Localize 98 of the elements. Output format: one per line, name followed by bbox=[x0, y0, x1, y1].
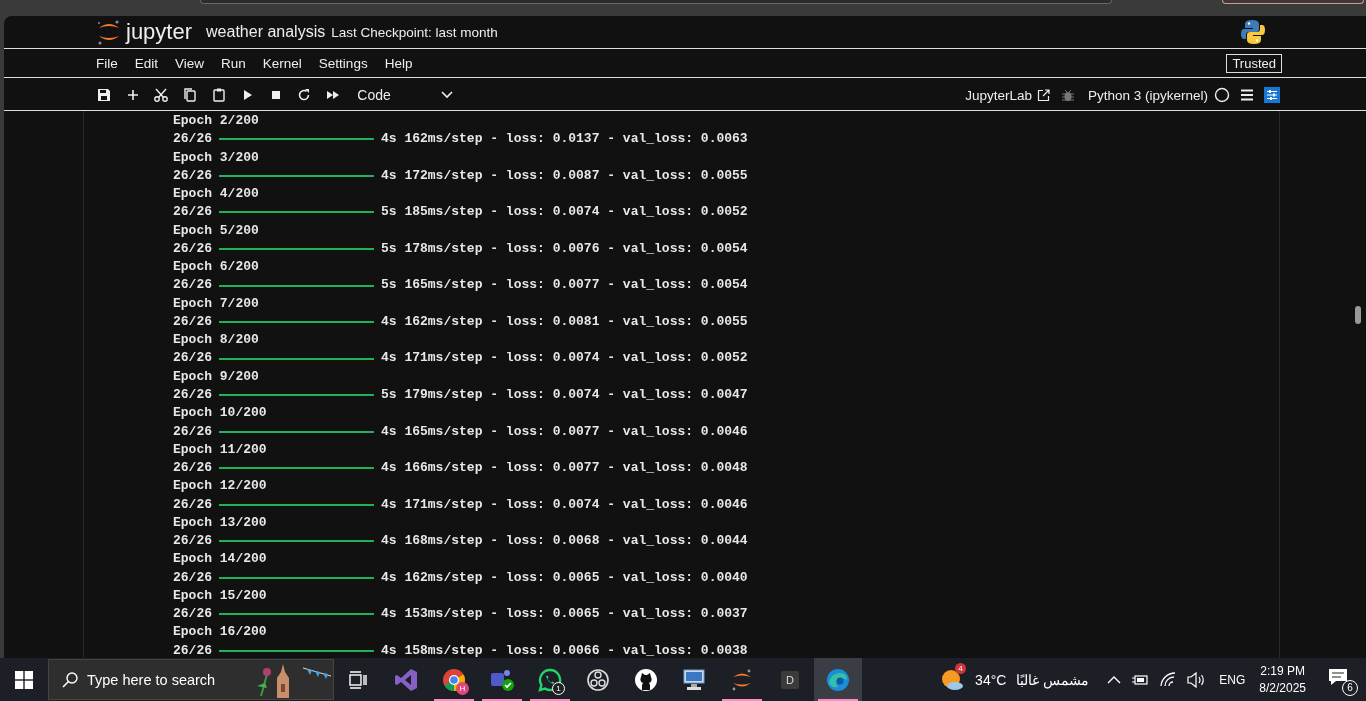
training-stats: 4s 162ms/step - loss: 0.0081 - val_loss: 0.0055 bbox=[381, 312, 748, 331]
training-stats: 5s 178ms/step - loss: 0.0076 - val_loss: 0.0054 bbox=[381, 239, 748, 258]
browser-icon bbox=[442, 667, 466, 692]
ribbon-logo-icon bbox=[394, 667, 418, 692]
task-view-icon bbox=[348, 670, 368, 689]
notification-badge: H bbox=[456, 682, 469, 695]
training-stats: 4s 158ms/step - loss: 0.0066 - val_loss: 0.0038 bbox=[381, 641, 748, 658]
training-stats: 4s 171ms/step - loss: 0.0074 - val_loss: 0.0052 bbox=[381, 349, 748, 368]
menu-item[interactable]: File bbox=[96, 55, 127, 71]
jupyterlab-link[interactable]: JupyterLab bbox=[965, 87, 1032, 103]
jupyter-wordmark: jupyter bbox=[126, 19, 193, 45]
menu-item[interactable]: Edit bbox=[134, 55, 168, 71]
training-stats: 4s 153ms/step - loss: 0.0065 - val_loss: 0.0037 bbox=[381, 605, 748, 624]
step-count: 26/26 bbox=[173, 349, 212, 368]
step-count: 26/26 bbox=[173, 239, 212, 258]
training-stats: 4s 171ms/step - loss: 0.0074 - val_loss: 0.0046 bbox=[381, 495, 748, 514]
checkpoint-text: Last Checkpoint: last month bbox=[331, 24, 498, 40]
settings-icon[interactable] bbox=[1264, 87, 1280, 103]
trusted-indicator[interactable]: Trusted bbox=[1226, 53, 1282, 73]
output-line: Epoch 11/200 bbox=[173, 440, 268, 459]
language-indicator[interactable]: ENG bbox=[1219, 672, 1246, 687]
clock-time[interactable]: 2:19 PM bbox=[1260, 662, 1305, 680]
scrollbar-thumb[interactable] bbox=[1355, 306, 1361, 324]
output-line: Epoch 16/200 bbox=[173, 623, 268, 642]
output-line: Epoch 12/200 bbox=[173, 477, 268, 496]
taskbar-app-button[interactable]: H bbox=[430, 658, 478, 701]
app-letter-icon: D bbox=[781, 670, 799, 689]
search-icon bbox=[61, 670, 79, 689]
bug-icon[interactable] bbox=[1061, 88, 1074, 102]
search-bar[interactable]: Type here to search bbox=[48, 659, 334, 700]
weather-condition: مشمس غالبًا bbox=[1016, 671, 1090, 688]
notification-badge: 4 bbox=[955, 662, 967, 674]
output-line: Epoch 13/200 bbox=[173, 513, 268, 532]
step-count: 26/26 bbox=[173, 568, 212, 587]
step-count: 26/26 bbox=[173, 422, 212, 441]
caret-icon bbox=[440, 91, 453, 99]
cell-type-dropdown[interactable]: Code bbox=[351, 85, 459, 105]
temperature: 34°C bbox=[975, 671, 1007, 688]
step-count: 26/26 bbox=[173, 386, 212, 404]
clock-date[interactable]: 8/2/2025 bbox=[1259, 679, 1306, 697]
wifi-icon[interactable] bbox=[1159, 671, 1178, 688]
menu-item[interactable]: Help bbox=[384, 55, 422, 71]
output-line: Epoch 4/200 bbox=[173, 185, 260, 204]
notification-count: 6 bbox=[1342, 679, 1358, 696]
menu-item[interactable]: Kernel bbox=[262, 55, 311, 71]
output-line: Epoch 10/200 bbox=[173, 404, 268, 423]
output-line: Epoch 8/200 bbox=[173, 331, 260, 350]
chevron-up-icon[interactable] bbox=[1107, 674, 1122, 685]
phone-chat-icon bbox=[538, 667, 562, 692]
training-stats: 4s 165ms/step - loss: 0.0077 - val_loss: 0.0046 bbox=[381, 422, 748, 441]
windows-logo-icon bbox=[15, 670, 33, 689]
step-count: 26/26 bbox=[173, 641, 212, 658]
output-line: Epoch 5/200 bbox=[173, 221, 260, 240]
step-count: 26/26 bbox=[173, 312, 212, 331]
output-line: Epoch 9/200 bbox=[173, 367, 260, 386]
kernel-name[interactable]: Python 3 (ipykernel) bbox=[1087, 87, 1208, 103]
training-stats: 5s 165ms/step - loss: 0.0077 - val_loss: 0.0054 bbox=[381, 276, 748, 295]
notification-badge: 1 bbox=[552, 682, 565, 695]
step-count: 26/26 bbox=[173, 459, 212, 478]
taskbar-app-button[interactable]: D bbox=[766, 658, 814, 701]
output-line: Epoch 6/200 bbox=[173, 258, 260, 277]
volume-icon[interactable] bbox=[1187, 671, 1206, 688]
python-logo-icon bbox=[1240, 19, 1266, 45]
cat-logo-icon bbox=[634, 667, 658, 692]
training-stats: 4s 166ms/step - loss: 0.0077 - val_loss: 0.0048 bbox=[381, 459, 748, 478]
output-line: Epoch 15/200 bbox=[173, 586, 268, 605]
computer-icon bbox=[681, 667, 707, 692]
training-stats: 4s 162ms/step - loss: 0.0137 - val_loss: 0.0063 bbox=[381, 130, 748, 149]
record-icon bbox=[586, 667, 610, 692]
battery-icon[interactable] bbox=[1131, 672, 1150, 687]
step-count: 26/26 bbox=[173, 203, 212, 222]
menu-item[interactable]: View bbox=[175, 55, 214, 71]
training-stats: 4s 168ms/step - loss: 0.0068 - val_loss: 0.0044 bbox=[381, 532, 748, 551]
globe-wave-icon bbox=[825, 666, 851, 693]
training-stats: 4s 162ms/step - loss: 0.0065 - val_loss: 0.0040 bbox=[381, 568, 748, 587]
search-input-field[interactable]: Type here to search bbox=[87, 671, 237, 688]
sun-cloud-icon bbox=[941, 667, 966, 692]
chat-app-icon bbox=[489, 667, 515, 692]
menu-item[interactable]: Run bbox=[221, 55, 255, 71]
training-stats: 5s 185ms/step - loss: 0.0074 - val_loss: 0.0052 bbox=[381, 203, 748, 222]
step-count: 26/26 bbox=[173, 605, 212, 624]
step-count: 26/26 bbox=[173, 532, 212, 551]
training-stats: 5s 179ms/step - loss: 0.0074 - val_loss: 0.0047 bbox=[381, 386, 748, 404]
training-stats: 4s 172ms/step - loss: 0.0087 - val_loss: 0.0055 bbox=[381, 166, 748, 185]
output-line: Epoch 2/200 bbox=[173, 112, 260, 130]
step-count: 26/26 bbox=[173, 276, 212, 295]
step-count: 26/26 bbox=[173, 495, 212, 514]
output-line: Epoch 7/200 bbox=[173, 294, 260, 313]
notification-icon[interactable] bbox=[1328, 667, 1348, 686]
output-line: Epoch 3/200 bbox=[173, 148, 260, 167]
output-line: Epoch 14/200 bbox=[173, 550, 268, 569]
menu-icon[interactable] bbox=[1240, 89, 1254, 101]
menu-item[interactable]: Settings bbox=[318, 55, 377, 71]
notebook-name[interactable]: weather analysis bbox=[206, 23, 326, 41]
external-link-icon[interactable] bbox=[1036, 88, 1050, 102]
step-count: 26/26 bbox=[173, 130, 212, 149]
step-count: 26/26 bbox=[173, 166, 212, 185]
taskbar-app-button[interactable]: 1 bbox=[526, 658, 574, 701]
